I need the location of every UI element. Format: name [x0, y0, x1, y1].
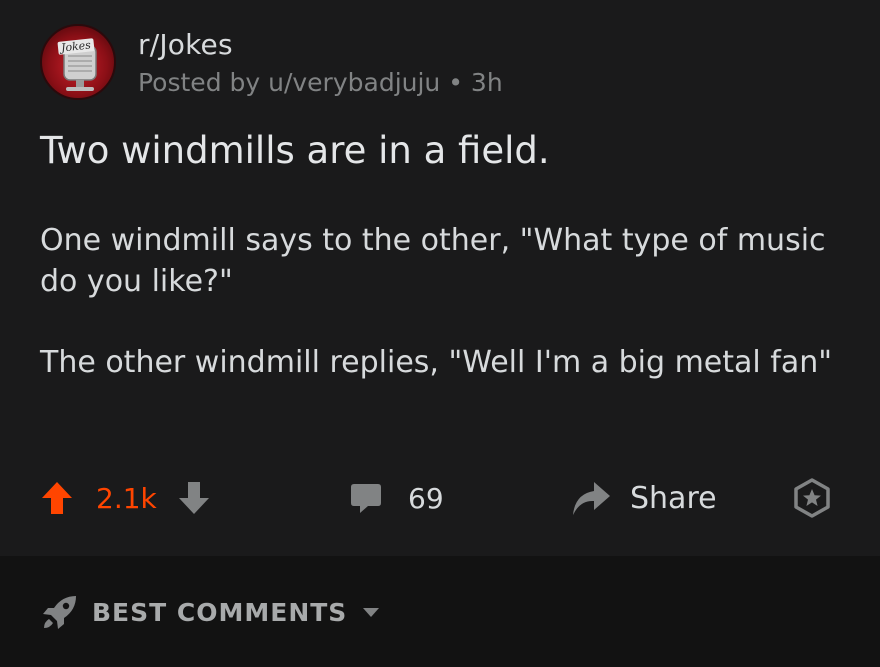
vote-score: 2.1k	[96, 481, 157, 515]
posted-by[interactable]: Posted by u/verybadjuju • 3h	[138, 66, 503, 100]
rocket-icon	[43, 596, 76, 629]
post-meta: r/Jokes Posted by u/verybadjuju • 3h	[138, 26, 503, 100]
post-body: One windmill says to the other, "What ty…	[40, 220, 840, 423]
comments-sort-dropdown[interactable]: BEST COMMENTS	[40, 592, 381, 632]
post-card: Jokes r/Jokes Posted by u/verybadjuju • …	[0, 0, 880, 556]
share-button[interactable]: Share	[570, 478, 717, 518]
chevron-down-icon	[363, 608, 380, 617]
post-body-paragraph: One windmill says to the other, "What ty…	[40, 223, 826, 299]
downvote-arrow-icon[interactable]	[177, 480, 211, 516]
microphone-icon	[63, 45, 97, 91]
vote-controls: 2.1k	[40, 480, 211, 516]
share-arrow-icon	[573, 482, 610, 515]
comments-button[interactable]: 69	[348, 480, 444, 516]
comment-bubble-icon	[351, 484, 381, 513]
comment-count: 69	[408, 481, 444, 515]
post-body-paragraph: The other windmill replies, "Well I'm a …	[40, 345, 833, 380]
upvote-arrow-icon[interactable]	[40, 480, 74, 516]
subreddit-avatar[interactable]: Jokes	[40, 24, 116, 100]
post-actions: 2.1k 69 Share	[40, 476, 840, 520]
post-header: Jokes r/Jokes Posted by u/verybadjuju • …	[40, 24, 503, 100]
award-button[interactable]	[792, 478, 832, 522]
post-title: Two windmills are in a field.	[40, 129, 550, 172]
share-label: Share	[630, 480, 717, 516]
award-icon	[794, 478, 830, 518]
subreddit-link[interactable]: r/Jokes	[138, 26, 503, 64]
sort-label: BEST COMMENTS	[92, 597, 348, 627]
